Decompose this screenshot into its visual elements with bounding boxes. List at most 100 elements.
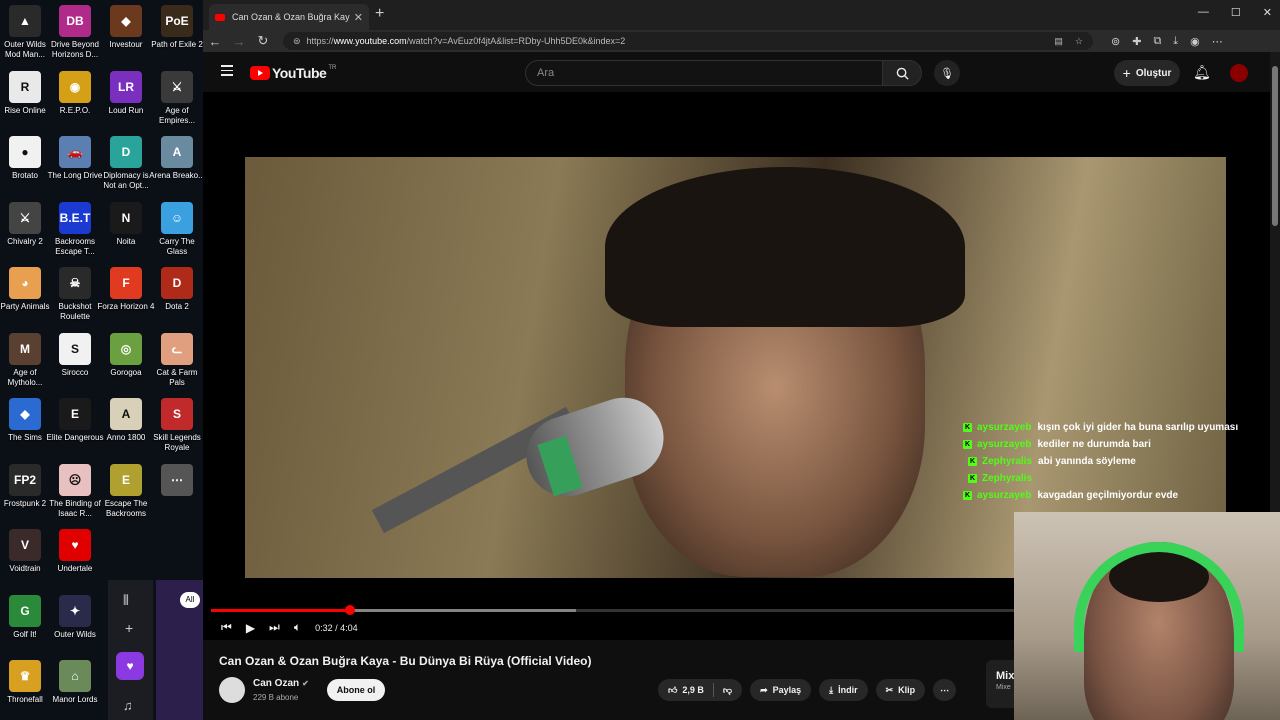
- desktop-icon[interactable]: 🚗 The Long Drive: [48, 134, 102, 196]
- puzzle-icon[interactable]: ✚: [1132, 35, 1141, 48]
- desktop-icon[interactable]: ♛ Thronefall: [0, 658, 50, 720]
- close-window-icon[interactable]: ✕: [1263, 6, 1272, 19]
- desktop-icon[interactable]: G Golf It!: [0, 593, 50, 655]
- youtube-logo[interactable]: YouTube TR: [250, 65, 336, 81]
- app-icon: S: [161, 398, 193, 430]
- maximize-icon[interactable]: ☐: [1231, 6, 1241, 19]
- download-button[interactable]: ⤓ İndir: [819, 679, 868, 701]
- more-actions-button[interactable]: ⋯: [933, 679, 957, 701]
- scrollbar-thumb[interactable]: [1272, 66, 1278, 226]
- desktop-icon[interactable]: ⚔ Chivalry 2: [0, 200, 50, 262]
- desktop-icon-label: Undertale: [57, 564, 93, 573]
- add-icon[interactable]: +: [125, 620, 133, 636]
- desktop-icon[interactable]: ⚔ Age of Empires...: [152, 69, 202, 131]
- clip-button[interactable]: ✂ Klip: [875, 679, 926, 701]
- music-icon[interactable]: ♫: [123, 698, 133, 713]
- bookmark-star-icon[interactable]: ☆: [1075, 36, 1083, 47]
- library-icon[interactable]: ⫴: [123, 592, 129, 609]
- scrubber-handle[interactable]: [344, 605, 355, 615]
- desktop-icon[interactable]: ✦ Outer Wilds: [50, 593, 100, 655]
- desktop-icon[interactable]: M Age of Mytholo...: [0, 331, 50, 393]
- desktop-icon[interactable]: ♥ Undertale: [50, 527, 100, 589]
- desktop-icon[interactable]: N Noita: [101, 200, 151, 262]
- previous-icon[interactable]: ⏮: [221, 620, 232, 635]
- youtube-header: YouTube TR Ara 🎙 + Oluştur 🔔︎: [203, 52, 1270, 92]
- search-input[interactable]: Ara: [525, 60, 883, 86]
- desktop-icon[interactable]: DB Drive Beyond Horizons D...: [50, 3, 100, 65]
- channel-name[interactable]: Can Ozan ✔: [253, 678, 309, 689]
- account-avatar[interactable]: [1230, 64, 1248, 82]
- heart-app-icon[interactable]: ♥: [116, 652, 144, 680]
- more-menu-icon[interactable]: ⋯: [1212, 35, 1223, 48]
- chat-message: K Zephyralis: [963, 470, 1263, 487]
- tab-youtube[interactable]: Can Ozan & Ozan Buğra Kaya - Bu ✕: [209, 4, 369, 30]
- desktop-icon[interactable]: ◕ Party Animals: [0, 265, 50, 327]
- desktop-icon[interactable]: PoE Path of Exile 2: [151, 3, 203, 65]
- desktop-icon[interactable]: FP2 Frostpunk 2: [0, 462, 50, 524]
- split-screen-icon[interactable]: ⧉: [1153, 35, 1161, 48]
- desktop-icon[interactable]: ◎ Gorogoa: [101, 331, 151, 393]
- desktop-icon[interactable]: E Elite Dangerous: [47, 396, 103, 458]
- volume-icon[interactable]: 🔈︎: [294, 620, 301, 635]
- desktop-icon[interactable]: ▲ Outer Wilds Mod Man...: [0, 3, 50, 65]
- desktop-icon-label: Buckshot Roulette: [58, 302, 92, 321]
- play-icon[interactable]: ▶: [246, 621, 255, 635]
- desktop-icon[interactable]: ⌂ Manor Lords: [50, 658, 100, 720]
- app-icon: G: [9, 594, 41, 627]
- forward-icon[interactable]: →: [227, 34, 251, 49]
- desktop-icon[interactable]: S Sirocco: [50, 331, 100, 393]
- desktop-icon[interactable]: V Voidtrain: [0, 527, 50, 589]
- download-icon[interactable]: ⤓: [1173, 35, 1178, 48]
- desktop-icon[interactable]: ⋯: [152, 462, 202, 524]
- desktop-icon[interactable]: B.E.T Backrooms Escape T...: [50, 200, 100, 262]
- share-button[interactable]: ➦ Paylaş: [750, 679, 812, 701]
- filter-all-chip[interactable]: All: [180, 592, 200, 608]
- desktop-icon[interactable]: A Arena Breako...: [149, 134, 205, 196]
- like-button[interactable]: 👍︎ 2,9 B 👎︎: [658, 679, 743, 701]
- desktop-icon[interactable]: LR Loud Run: [101, 69, 151, 131]
- time-display: 0:32 / 4:04: [315, 622, 358, 633]
- app-icon: ⌂: [59, 660, 91, 692]
- desktop-icon[interactable]: ◆ Investour: [101, 3, 151, 65]
- app-icon: E: [110, 463, 142, 496]
- desktop-icon[interactable]: ☠ Buckshot Roulette: [50, 265, 100, 327]
- mix-title: Mix: [996, 670, 1015, 682]
- desktop-icon[interactable]: ◆ The Sims: [0, 396, 50, 458]
- reload-icon[interactable]: ↻: [251, 33, 275, 49]
- desktop-icon[interactable]: R Rise Online: [0, 69, 50, 131]
- new-tab-icon[interactable]: +: [375, 5, 384, 23]
- search-button[interactable]: [882, 60, 922, 86]
- desktop-icon[interactable]: ᓚ Cat & Farm Pals: [152, 331, 202, 393]
- green-headset: [1074, 542, 1244, 652]
- hamburger-menu-icon[interactable]: [221, 65, 233, 79]
- close-tab-icon[interactable]: ✕: [354, 11, 363, 24]
- next-icon[interactable]: ⏭: [269, 620, 280, 635]
- desktop-icon[interactable]: ☺ Carry The Glass: [152, 200, 202, 262]
- app-icon: D: [110, 136, 142, 168]
- voice-search-button[interactable]: 🎙: [934, 60, 960, 86]
- desktop-icon[interactable]: D Dota 2: [152, 265, 202, 327]
- desktop-icon-label: Drive Beyond Horizons D...: [50, 40, 100, 59]
- profile-icon[interactable]: ◉: [1190, 35, 1200, 48]
- desktop-icon[interactable]: D Diplomacy is Not an Opt...: [101, 134, 151, 196]
- desktop-icon[interactable]: ☹ The Binding of Isaac R...: [49, 462, 101, 524]
- url-field[interactable]: ⊜ https://www.youtube.com/watch?v=AvEuz0…: [283, 32, 1093, 50]
- desktop-icon[interactable]: F Forza Horizon 4: [98, 265, 154, 327]
- site-info-icon[interactable]: ⊜: [293, 36, 301, 47]
- desktop-icon[interactable]: A Anno 1800: [101, 396, 151, 458]
- notifications-bell-icon[interactable]: 🔔︎: [1193, 64, 1211, 81]
- desktop-icon[interactable]: ◉ R.E.P.O.: [50, 69, 100, 131]
- thumbs-down-icon[interactable]: 👎︎: [723, 685, 732, 696]
- minimize-icon[interactable]: —: [1198, 6, 1209, 19]
- back-icon[interactable]: ←: [203, 34, 227, 49]
- reader-mode-icon[interactable]: ▤: [1054, 36, 1063, 47]
- subscriber-count: 229 B abone: [253, 693, 299, 702]
- desktop-icon[interactable]: S Skill Legends Royale: [152, 396, 202, 458]
- desktop-icon[interactable]: E Escape The Backrooms: [101, 462, 151, 524]
- extension-icon[interactable]: ⊚: [1111, 35, 1120, 48]
- desktop-icon[interactable]: ● Brotato: [0, 134, 50, 196]
- channel-avatar[interactable]: [219, 677, 245, 703]
- create-button[interactable]: + Oluştur: [1114, 60, 1180, 86]
- subscribe-button[interactable]: Abone ol: [327, 679, 385, 701]
- media-widget[interactable]: ⫴ + ♥ ♫: [108, 580, 153, 720]
